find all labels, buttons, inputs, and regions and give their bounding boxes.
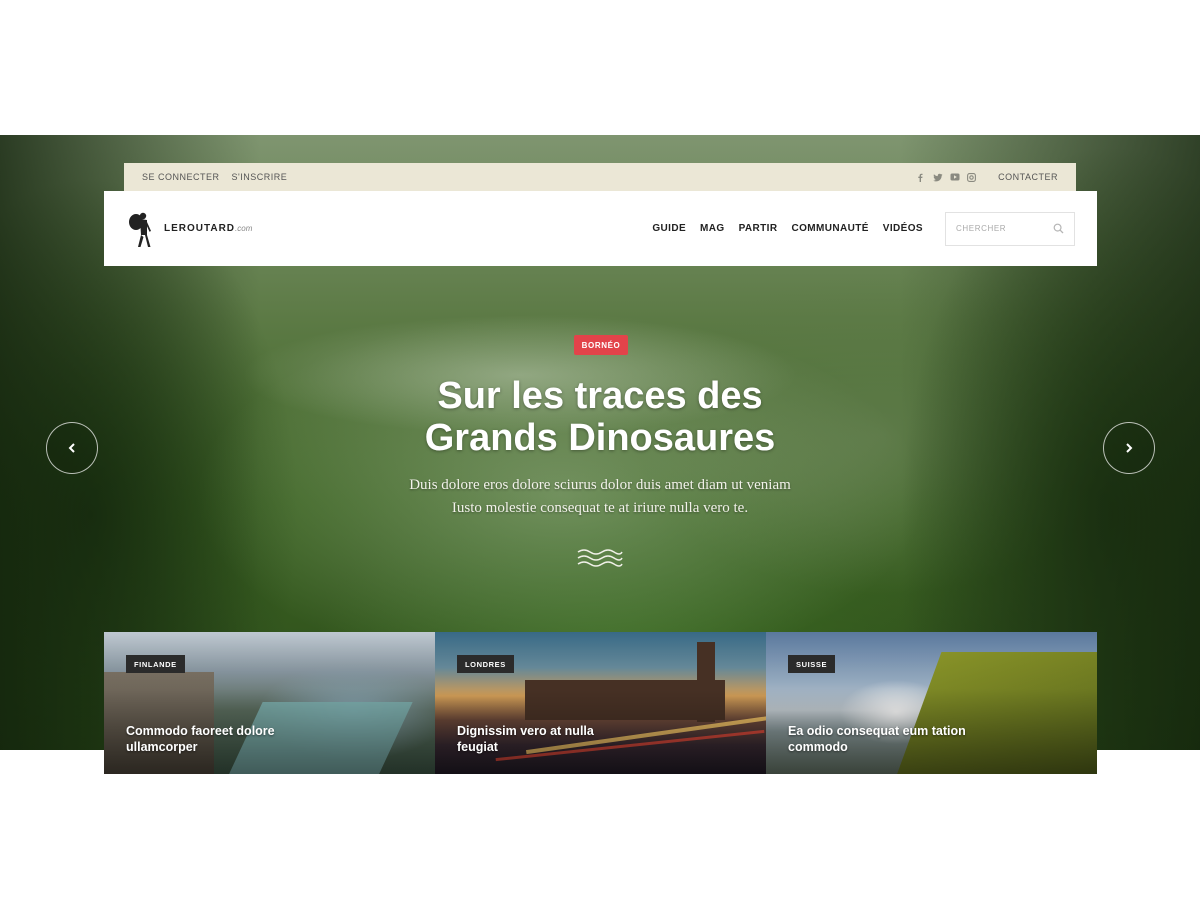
slider-prev-button[interactable] bbox=[46, 422, 98, 474]
hero-category-badge[interactable]: BORNÉO bbox=[574, 335, 628, 355]
twitter-icon[interactable] bbox=[933, 173, 943, 182]
search-input[interactable] bbox=[956, 224, 1052, 233]
search-icon[interactable] bbox=[1053, 223, 1064, 234]
main-nav: GUIDE MAG PARTIR COMMUNAUTÉ VIDÉOS bbox=[652, 223, 923, 234]
hero-subtitle: Duis dolore eros dolore sciurus dolor du… bbox=[340, 474, 860, 520]
hero-subtitle-line-1: Duis dolore eros dolore sciurus dolor du… bbox=[409, 477, 791, 493]
backpacker-logo-icon bbox=[129, 212, 151, 247]
nav-item-guide[interactable]: GUIDE bbox=[652, 223, 686, 234]
card-londres[interactable]: LONDRES Dignissim vero at nulla feugiat bbox=[435, 632, 766, 774]
contact-link[interactable]: CONTACTER bbox=[998, 172, 1058, 182]
chevron-left-icon bbox=[68, 443, 75, 453]
search-box bbox=[945, 211, 1075, 246]
hero-title-line-2: Grands Dinosaures bbox=[424, 417, 776, 459]
hero-title[interactable]: Sur les traces des Grands Dinosaures bbox=[330, 375, 870, 459]
account-links: SE CONNECTER S'INSCRIRE bbox=[142, 172, 287, 182]
featured-cards: FINLANDE Commodo faoreet dolore ullamcor… bbox=[104, 632, 1097, 774]
card-finlande[interactable]: FINLANDE Commodo faoreet dolore ullamcor… bbox=[104, 632, 435, 774]
site-logo[interactable]: LEROUTARD.com bbox=[126, 209, 252, 249]
instagram-icon[interactable] bbox=[967, 172, 977, 182]
nav-item-videos[interactable]: VIDÉOS bbox=[883, 223, 923, 234]
youtube-icon[interactable] bbox=[950, 173, 960, 182]
waves-divider-icon bbox=[577, 549, 623, 567]
logo-text: LEROUTARD.com bbox=[164, 223, 252, 234]
topbar-right: CONTACTER bbox=[916, 172, 1058, 182]
nav-item-mag[interactable]: MAG bbox=[700, 223, 725, 234]
main-header: LEROUTARD.com GUIDE MAG PARTIR COMMUNAUT… bbox=[104, 191, 1097, 266]
logo-suffix: .com bbox=[235, 224, 253, 233]
card-suisse[interactable]: SUISSE Ea odio consequat eum tation comm… bbox=[766, 632, 1097, 774]
slider-next-button[interactable] bbox=[1103, 422, 1155, 474]
facebook-icon[interactable] bbox=[916, 173, 925, 182]
hero-subtitle-line-2: Iusto molestie consequat te at iriure nu… bbox=[451, 500, 749, 516]
nav-item-partir[interactable]: PARTIR bbox=[739, 223, 778, 234]
signup-link[interactable]: S'INSCRIRE bbox=[232, 172, 288, 182]
card-title[interactable]: Ea odio consequat eum tation commodo bbox=[788, 723, 968, 755]
top-bar: SE CONNECTER S'INSCRIRE CONTACTER bbox=[124, 163, 1076, 191]
chevron-right-icon bbox=[1126, 443, 1133, 453]
social-links bbox=[916, 172, 977, 182]
nav-item-communaute[interactable]: COMMUNAUTÉ bbox=[791, 223, 868, 234]
card-title[interactable]: Dignissim vero at nulla feugiat bbox=[457, 723, 637, 755]
card-tag[interactable]: LONDRES bbox=[457, 655, 514, 673]
logo-name: LEROUTARD bbox=[164, 223, 236, 234]
card-tag[interactable]: FINLANDE bbox=[126, 655, 185, 673]
card-tag[interactable]: SUISSE bbox=[788, 655, 836, 673]
card-title[interactable]: Commodo faoreet dolore ullamcorper bbox=[126, 723, 306, 755]
hero-title-line-1: Sur les traces des bbox=[437, 375, 763, 417]
login-link[interactable]: SE CONNECTER bbox=[142, 172, 220, 182]
